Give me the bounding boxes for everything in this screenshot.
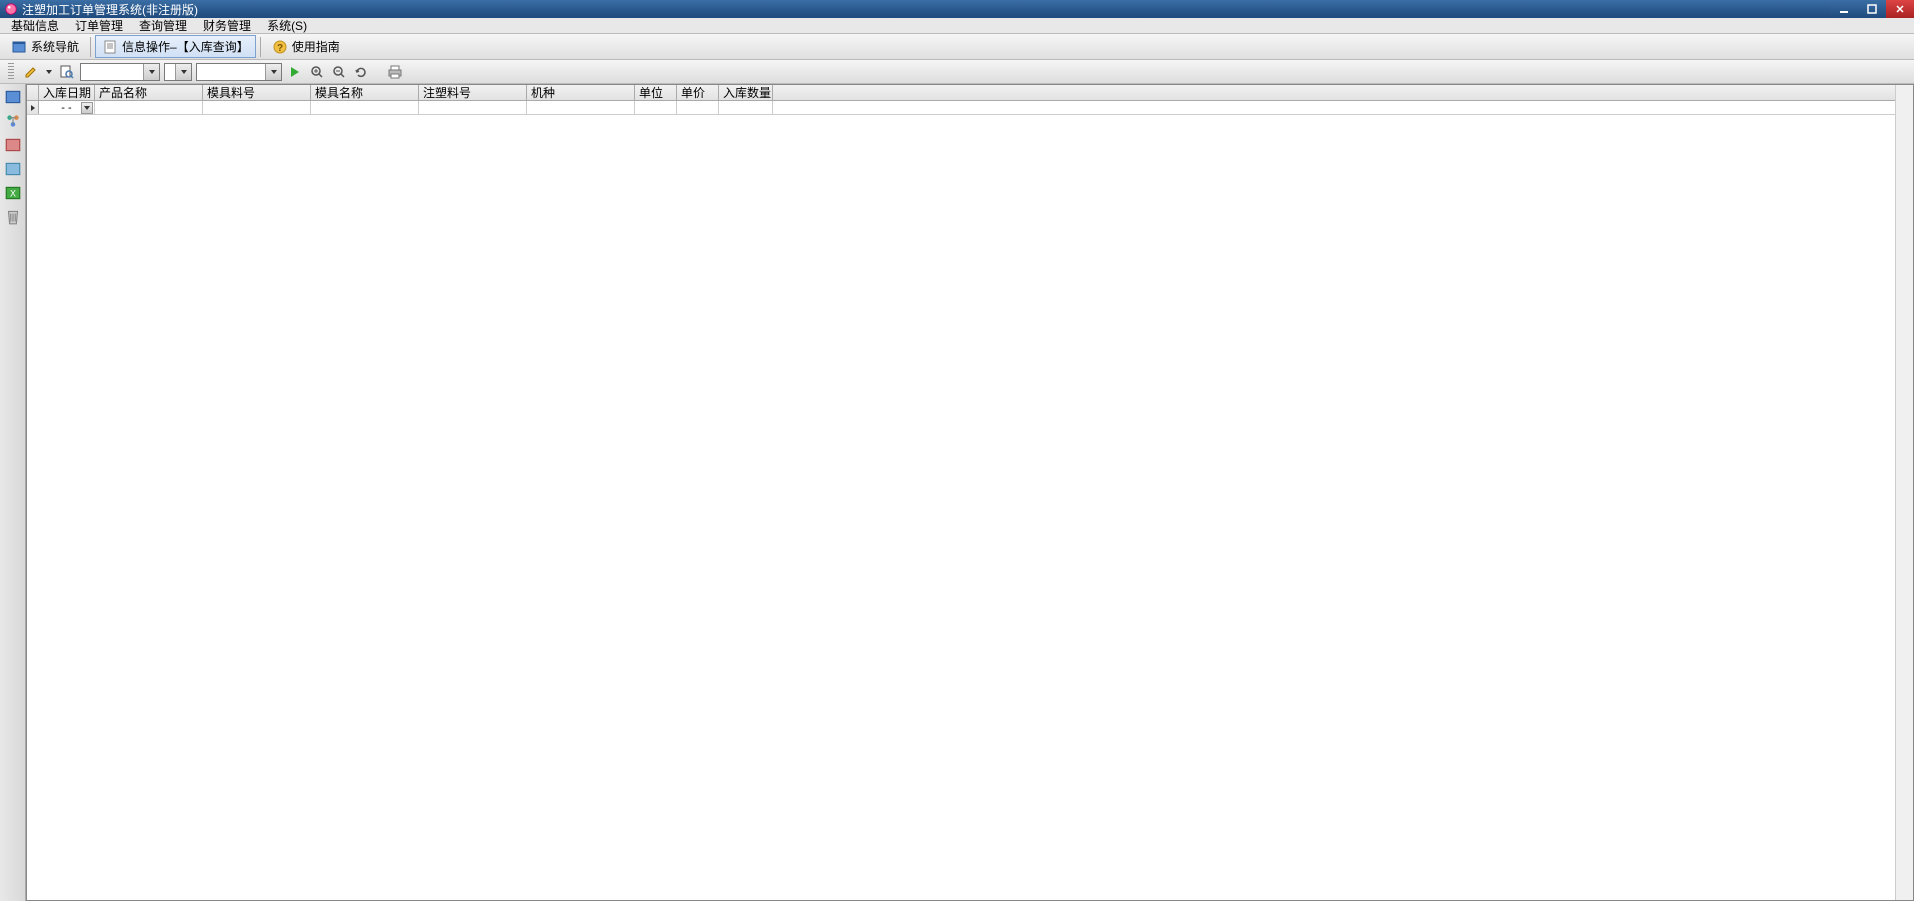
info-operation-button[interactable]: 信息操作–【入库查询】	[95, 35, 256, 58]
window-title: 注塑加工订单管理系统(非注册版)	[22, 1, 198, 18]
sidebar-btn-5[interactable]: X	[4, 184, 22, 202]
help-icon: ?	[272, 39, 288, 55]
grid-header-row: 入库日期 产品名称 模具料号 模具名称 注塑料号 机种 单位 单价 入库数量	[27, 85, 1913, 101]
toolbar-separator	[90, 37, 91, 57]
table-row[interactable]: - -	[27, 101, 1913, 115]
close-button[interactable]	[1886, 0, 1914, 18]
menu-system[interactable]: 系统(S)	[259, 16, 315, 35]
system-nav-label: 系统导航	[31, 38, 79, 55]
cell-unit[interactable]	[635, 101, 677, 114]
content-area: X 入库日期 产品名称 模具料号 模具名称 注塑料号 机种 单位 单价 入库数量…	[0, 84, 1914, 901]
col-header-material[interactable]: 注塑料号	[419, 85, 527, 100]
col-header-product[interactable]: 产品名称	[95, 85, 203, 100]
sidebar-btn-6[interactable]	[4, 208, 22, 226]
cell-material[interactable]	[419, 101, 527, 114]
svg-text:X: X	[9, 188, 15, 198]
document-icon	[102, 39, 118, 55]
col-header-price[interactable]: 单价	[677, 85, 719, 100]
cell-machine[interactable]	[527, 101, 635, 114]
col-header-qty[interactable]: 入库数量	[719, 85, 773, 100]
help-guide-button[interactable]: ? 使用指南	[265, 35, 347, 58]
zoom-out-button[interactable]	[330, 63, 348, 81]
toolbar-primary: 系统导航 信息操作–【入库查询】 ? 使用指南	[0, 34, 1914, 60]
zoom-in-button[interactable]	[308, 63, 326, 81]
cell-product[interactable]	[95, 101, 203, 114]
combo-dropdown-button[interactable]	[143, 64, 159, 80]
cell-mold-name[interactable]	[311, 101, 419, 114]
print-button[interactable]	[386, 63, 404, 81]
sidebar-btn-1[interactable]	[4, 88, 22, 106]
data-grid[interactable]: 入库日期 产品名称 模具料号 模具名称 注塑料号 机种 单位 单价 入库数量 -…	[26, 84, 1914, 901]
combo-dropdown-button[interactable]	[265, 64, 281, 80]
menu-query-mgmt[interactable]: 查询管理	[131, 16, 195, 35]
edit-dropdown[interactable]	[44, 70, 54, 74]
toolbar-secondary	[0, 60, 1914, 84]
window-icon	[11, 39, 27, 55]
cell-qty[interactable]	[719, 101, 773, 114]
filter-value-combo[interactable]	[196, 63, 282, 81]
menubar: 基础信息 订单管理 查询管理 财务管理 系统(S)	[0, 18, 1914, 34]
toolbar-grip	[8, 63, 14, 81]
sidebar-btn-2[interactable]	[4, 112, 22, 130]
svg-text:?: ?	[277, 43, 283, 54]
row-indicator	[27, 101, 39, 114]
col-header-unit[interactable]: 单位	[635, 85, 677, 100]
sidebar-btn-4[interactable]	[4, 160, 22, 178]
cell-mold-code[interactable]	[203, 101, 311, 114]
date-picker-button[interactable]	[81, 102, 93, 114]
cell-date[interactable]: - -	[39, 101, 95, 114]
menu-finance-mgmt[interactable]: 财务管理	[195, 16, 259, 35]
col-header-mold-name[interactable]: 模具名称	[311, 85, 419, 100]
run-query-button[interactable]	[286, 63, 304, 81]
sidebar-btn-3[interactable]	[4, 136, 22, 154]
toolbar-separator	[260, 37, 261, 57]
col-header-machine[interactable]: 机种	[527, 85, 635, 100]
col-header-mold-code[interactable]: 模具料号	[203, 85, 311, 100]
app-icon	[4, 2, 18, 16]
grid-corner	[27, 85, 39, 100]
system-nav-button[interactable]: 系统导航	[4, 35, 86, 58]
preview-button[interactable]	[58, 63, 76, 81]
window-controls	[1830, 0, 1914, 18]
help-guide-label: 使用指南	[292, 38, 340, 55]
menu-basic-info[interactable]: 基础信息	[3, 16, 67, 35]
maximize-button[interactable]	[1858, 0, 1886, 18]
combo-dropdown-button[interactable]	[175, 64, 191, 80]
filter-op-combo[interactable]	[164, 63, 192, 81]
filter-field-combo[interactable]	[80, 63, 160, 81]
titlebar: 注塑加工订单管理系统(非注册版)	[0, 0, 1914, 18]
refresh-button[interactable]	[352, 63, 370, 81]
edit-button[interactable]	[22, 63, 40, 81]
info-operation-label: 信息操作–【入库查询】	[122, 38, 249, 55]
left-sidebar: X	[0, 84, 26, 901]
menu-order-mgmt[interactable]: 订单管理	[67, 16, 131, 35]
minimize-button[interactable]	[1830, 0, 1858, 18]
col-header-date[interactable]: 入库日期	[39, 85, 95, 100]
cell-price[interactable]	[677, 101, 719, 114]
